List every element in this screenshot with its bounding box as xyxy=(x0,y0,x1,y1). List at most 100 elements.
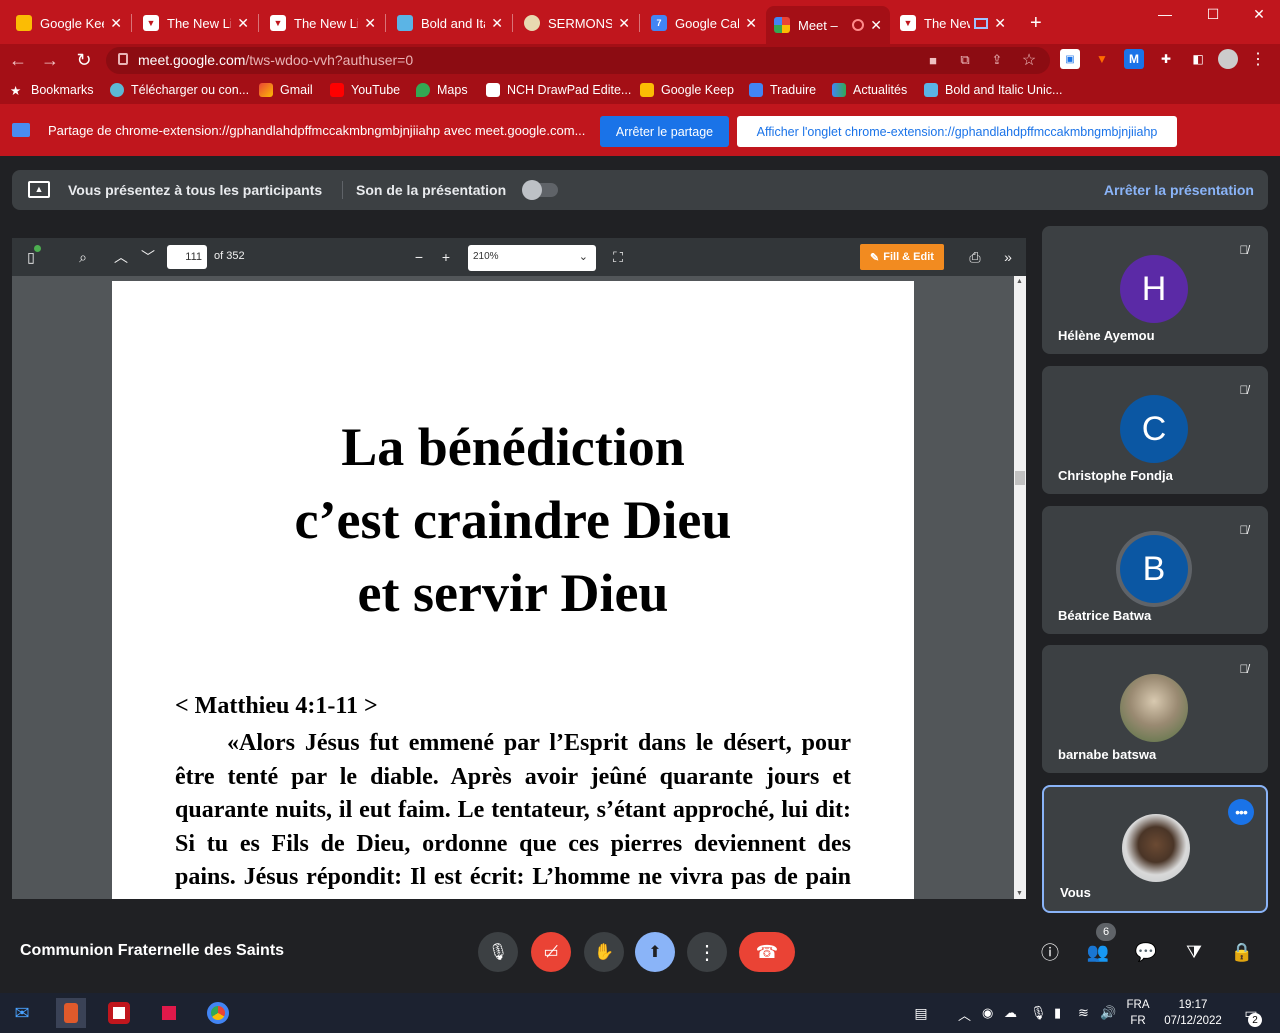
presentation-sound-label: Son de la présentation xyxy=(356,182,507,198)
page-heading: La bénédiction c’est craindre Dieu et serv… xyxy=(294,417,732,623)
maximize-button[interactable]: ☐ xyxy=(1190,0,1236,28)
chevron-up-icon[interactable]: ︿ xyxy=(112,248,130,266)
people-button[interactable]: 👥 xyxy=(1084,938,1112,966)
self-tile[interactable]: ••• Vous xyxy=(1042,785,1268,913)
stop-sharing-button[interactable]: Arrêter le partage xyxy=(600,116,729,147)
bookmark-maps[interactable]: Maps xyxy=(416,81,468,99)
chevron-down-icon[interactable]: ﹀ xyxy=(139,248,157,266)
raise-hand-button[interactable]: ✋ xyxy=(584,932,624,972)
bookmark-gmail[interactable]: Gmail xyxy=(259,81,313,99)
avatar: B xyxy=(1120,535,1188,603)
news-widget-icon[interactable]: ▤ xyxy=(906,998,936,1028)
participant-tile[interactable]: 🎙̸ C Christophe Fondja xyxy=(1042,366,1268,494)
tab-new-life-3[interactable]: ▼ The New ✕ xyxy=(892,8,1014,38)
m-extension-icon[interactable]: M xyxy=(1124,49,1144,69)
host-controls-button[interactable]: 🔒 xyxy=(1228,938,1256,966)
profile-avatar[interactable] xyxy=(1218,49,1238,69)
meeting-info-button[interactable]: ⓘ xyxy=(1036,938,1064,966)
close-icon[interactable]: ✕ xyxy=(994,15,1006,32)
page-number-input[interactable]: 111 xyxy=(167,245,207,269)
address-bar[interactable]: meet.google.com/tws-wdoo-vvh?authuser=0 … xyxy=(106,47,1050,74)
activities-button[interactable]: ⧩ xyxy=(1180,938,1208,966)
presentation-sound-toggle[interactable] xyxy=(522,180,558,200)
participant-tile[interactable]: 🎙̸ B Béatrice Batwa xyxy=(1042,506,1268,634)
sermon-app-icon[interactable] xyxy=(56,998,86,1028)
tab-google-calendar[interactable]: 7 Google Calendar ✕ xyxy=(643,8,765,38)
scrollbar[interactable]: ▲ ▼ xyxy=(1014,276,1026,899)
search-icon[interactable]: ⌕ xyxy=(74,248,92,266)
close-icon[interactable]: ✕ xyxy=(745,15,757,32)
open-in-window-icon[interactable]: ⧉ xyxy=(956,51,974,69)
present-button[interactable]: ⬆ xyxy=(635,932,675,972)
microphone-button[interactable]: 🎙 xyxy=(478,932,518,972)
bookmark-drawpad[interactable]: NCH DrawPad Edite... xyxy=(486,81,631,99)
tab-google-keep[interactable]: Google Keep ✕ xyxy=(8,8,130,38)
app-square-icon[interactable] xyxy=(154,998,184,1028)
minimize-button[interactable]: — xyxy=(1142,0,1188,28)
bookmark-traduire[interactable]: Traduire xyxy=(749,81,816,99)
menu-kebab-icon[interactable]: ⋮ xyxy=(1248,49,1268,69)
new-tab-button[interactable]: + xyxy=(1022,8,1052,38)
tab-new-life-2[interactable]: ▼ The New Life ✕ xyxy=(262,8,384,38)
reload-button[interactable]: ↻ xyxy=(72,48,96,72)
participant-tile[interactable]: 🎙̸ barnabe batswa xyxy=(1042,645,1268,773)
camera-icon[interactable]: ■ xyxy=(924,51,942,69)
status-dot xyxy=(34,245,41,252)
battery-icon[interactable]: ▮ xyxy=(1054,1005,1061,1021)
tab-new-life-1[interactable]: ▼ The New Life ✕ xyxy=(135,8,257,38)
bookmark-youtube[interactable]: YouTube xyxy=(330,81,400,99)
participant-tile[interactable]: 🎙̸ H Hélène Ayemou xyxy=(1042,226,1268,354)
close-icon[interactable]: ✕ xyxy=(870,17,882,34)
more-tools-icon[interactable]: » xyxy=(999,248,1017,266)
puzzle-icon[interactable]: ✚ xyxy=(1156,49,1176,69)
chat-button[interactable]: 💬 xyxy=(1132,938,1160,966)
bookmark-star-icon[interactable]: ☆ xyxy=(1020,51,1038,69)
stop-presenting-link[interactable]: Arrêter la présentation xyxy=(1104,182,1254,198)
zoom-select[interactable]: 210% ⌄ xyxy=(468,245,596,271)
close-window-button[interactable]: ✕ xyxy=(1236,0,1280,28)
side-panel-icon[interactable]: ◧ xyxy=(1188,49,1208,69)
microphone-icon[interactable]: 🎙 xyxy=(1030,1005,1047,1021)
close-icon[interactable]: ✕ xyxy=(110,15,122,32)
bookmark-telecharger[interactable]: Télécharger ou con... xyxy=(110,81,249,99)
fill-edit-button[interactable]: ✎ Fill & Edit xyxy=(860,244,944,270)
zoom-out-icon[interactable]: − xyxy=(410,248,428,266)
camera-button[interactable]: ▭̸ xyxy=(531,932,571,972)
show-tab-button[interactable]: Afficher l'onglet chrome-extension://gph… xyxy=(737,116,1177,147)
forward-button[interactable]: → xyxy=(38,48,62,72)
share-icon[interactable]: ⇪ xyxy=(988,51,1006,69)
share-message: Partage de chrome-extension://gphandlahd… xyxy=(48,123,586,138)
back-button[interactable]: ← xyxy=(6,48,30,72)
new-life-extension-icon[interactable]: ▼ xyxy=(1092,49,1112,69)
more-options-icon[interactable]: ••• xyxy=(1228,799,1254,825)
tab-bold-italic[interactable]: Bold and Italic ✕ xyxy=(389,8,511,38)
chevron-up-icon[interactable]: ︿ xyxy=(958,1005,971,1024)
close-icon[interactable]: ✕ xyxy=(364,15,376,32)
scrollbar-thumb[interactable] xyxy=(1015,471,1025,485)
language-indicator[interactable]: FRA FR xyxy=(1126,997,1150,1029)
fullscreen-icon[interactable]: ⛶ xyxy=(609,248,627,266)
meet-tray-icon[interactable]: ◉ xyxy=(982,1005,993,1021)
tab-meet-active[interactable]: Meet – ✕ xyxy=(766,6,890,44)
calendar-extension-icon[interactable]: ▣ xyxy=(1060,49,1080,69)
zoom-in-icon[interactable]: + xyxy=(437,248,455,266)
volume-icon[interactable]: 🔊 xyxy=(1100,1005,1116,1021)
clock[interactable]: 19:17 07/12/2022 xyxy=(1158,997,1228,1029)
print-icon[interactable]: ⎙ xyxy=(966,248,984,266)
bookmark-bookmarks[interactable]: ★ Bookmarks xyxy=(10,81,94,99)
app-icon[interactable] xyxy=(104,998,134,1028)
tab-sermons[interactable]: SERMONS S ✕ xyxy=(516,8,638,38)
bookmark-google-keep[interactable]: Google Keep xyxy=(640,81,734,99)
close-icon[interactable]: ✕ xyxy=(237,15,249,32)
wifi-icon[interactable]: ≋ xyxy=(1078,1005,1089,1021)
bookmark-bold-italic[interactable]: Bold and Italic Unic... xyxy=(924,81,1062,99)
bookmark-actualites[interactable]: Actualités xyxy=(832,81,907,99)
close-icon[interactable]: ✕ xyxy=(491,15,503,32)
more-options-button[interactable]: ⋮ xyxy=(687,932,727,972)
chrome-icon[interactable] xyxy=(203,998,233,1028)
meeting-name: Communion Fraternelle des Saints xyxy=(20,942,285,959)
cloud-icon[interactable]: ☁ xyxy=(1004,1005,1017,1021)
mail-icon[interactable]: ✉ xyxy=(7,998,37,1028)
close-icon[interactable]: ✕ xyxy=(618,15,630,32)
leave-call-button[interactable]: ☎ xyxy=(739,932,795,972)
